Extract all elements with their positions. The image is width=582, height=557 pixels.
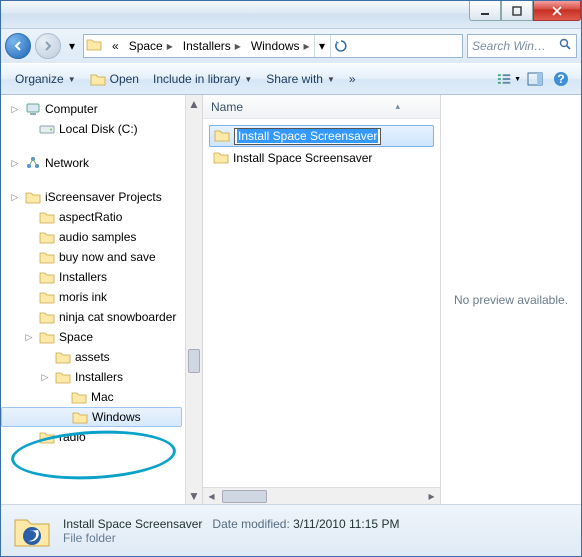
organize-button[interactable]: Organize▼ (9, 69, 82, 89)
tree-space[interactable]: ▷Space (1, 327, 202, 347)
column-header-name[interactable]: Name ▴ (203, 95, 440, 119)
folder-icon (71, 389, 87, 405)
view-options-button[interactable]: ▼ (497, 67, 521, 91)
tree-network[interactable]: ▷Network (1, 153, 202, 173)
breadcrumb-installers[interactable]: Installers▸ (177, 35, 245, 57)
folder-icon (39, 269, 55, 285)
scroll-up-icon[interactable]: ▲ (186, 95, 202, 112)
address-bar[interactable]: « Space▸ Installers▸ Windows▸ ▾ (83, 34, 463, 58)
file-row[interactable]: Install Space Screensaver (209, 147, 434, 169)
status-modified-label: Date modified: (212, 517, 289, 531)
search-input[interactable]: Search Win… (467, 34, 577, 58)
minimize-button[interactable] (469, 1, 501, 21)
item-icon (11, 510, 53, 552)
scroll-thumb[interactable] (222, 490, 267, 503)
breadcrumb-overflow[interactable]: « (106, 35, 123, 57)
folder-icon (39, 429, 55, 445)
share-with-button[interactable]: Share with▼ (260, 69, 341, 89)
preview-message: No preview available. (454, 293, 568, 307)
navigation-tree[interactable]: ▷Computer Local Disk (C:) ▷Network ▷iScr… (1, 95, 203, 504)
nav-history-dropdown[interactable]: ▾ (65, 39, 79, 53)
refresh-button[interactable] (330, 35, 352, 57)
folder-icon (214, 128, 230, 145)
tree-space-assets[interactable]: assets (1, 347, 202, 367)
forward-button[interactable] (35, 33, 61, 59)
tree-item[interactable]: aspectRatio (1, 207, 202, 227)
computer-icon (25, 101, 41, 117)
file-row-selected[interactable]: Install Space Screensaver (209, 125, 434, 147)
folder-icon (72, 409, 88, 425)
folder-icon (55, 349, 71, 365)
scroll-right-icon[interactable]: ▸ (423, 489, 440, 503)
tree-windows[interactable]: Windows (1, 407, 182, 427)
tree-item[interactable]: buy now and save (1, 247, 202, 267)
breadcrumb-space[interactable]: Space▸ (123, 35, 177, 57)
status-text: Install Space Screensaver Date modified:… (63, 517, 399, 545)
tree-vertical-scrollbar[interactable]: ▲ ▼ (185, 95, 202, 504)
content-area: ▷Computer Local Disk (C:) ▷Network ▷iScr… (1, 95, 581, 504)
address-dropdown[interactable]: ▾ (314, 35, 330, 57)
tree-mac[interactable]: Mac (1, 387, 202, 407)
toolbar-overflow[interactable]: » (343, 69, 362, 89)
tree-local-disk[interactable]: Local Disk (C:) (1, 119, 202, 139)
tree-item[interactable]: ninja cat snowboarder (1, 307, 202, 327)
search-icon (559, 38, 572, 54)
status-item-name: Install Space Screensaver (63, 517, 202, 531)
file-list[interactable]: Install Space Screensaver Install Space … (203, 119, 440, 487)
details-pane: Install Space Screensaver Date modified:… (1, 504, 581, 556)
rename-input[interactable]: Install Space Screensaver (234, 128, 381, 145)
navigation-bar: ▾ « Space▸ Installers▸ Windows▸ ▾ Search… (1, 29, 581, 63)
horizontal-scrollbar[interactable]: ◂ ▸ (203, 487, 440, 504)
open-folder-icon (90, 72, 106, 86)
toolbar: Organize▼ Open Include in library▼ Share… (1, 63, 581, 95)
help-button[interactable]: ? (549, 67, 573, 91)
folder-icon (39, 249, 55, 265)
preview-pane: No preview available. (441, 95, 581, 504)
explorer-window: ▾ « Space▸ Installers▸ Windows▸ ▾ Search… (0, 0, 582, 557)
tree-item[interactable]: radio (1, 427, 202, 447)
status-item-type: File folder (63, 531, 399, 545)
folder-icon (213, 150, 229, 167)
network-icon (25, 155, 41, 171)
folder-icon (39, 289, 55, 305)
file-list-pane: Name ▴ Install Space Screensaver Install… (203, 95, 441, 504)
scroll-left-icon[interactable]: ◂ (203, 489, 220, 503)
scroll-thumb[interactable] (188, 349, 200, 373)
folder-icon (86, 37, 104, 55)
drive-icon (39, 121, 55, 137)
tree-item[interactable]: audio samples (1, 227, 202, 247)
svg-text:?: ? (557, 72, 564, 86)
tree-projects[interactable]: ▷iScreensaver Projects (1, 187, 202, 207)
folder-icon (39, 209, 55, 225)
tree-computer[interactable]: ▷Computer (1, 99, 202, 119)
titlebar[interactable] (1, 1, 581, 29)
folder-icon (55, 369, 71, 385)
status-modified-value: 3/11/2010 11:15 PM (293, 517, 399, 531)
close-button[interactable] (533, 1, 581, 21)
open-button[interactable]: Open (84, 69, 145, 89)
tree-space-installers[interactable]: ▷Installers (1, 367, 202, 387)
maximize-button[interactable] (501, 1, 533, 21)
breadcrumb-windows[interactable]: Windows▸ (245, 35, 314, 57)
folder-icon (25, 189, 41, 205)
folder-icon (39, 229, 55, 245)
scroll-down-icon[interactable]: ▼ (186, 487, 202, 504)
preview-pane-button[interactable] (523, 67, 547, 91)
folder-icon (39, 329, 55, 345)
include-in-library-button[interactable]: Include in library▼ (147, 69, 258, 89)
tree-item[interactable]: moris ink (1, 287, 202, 307)
tree-item[interactable]: Installers (1, 267, 202, 287)
sort-indicator-icon: ▴ (395, 101, 400, 112)
folder-icon (39, 309, 55, 325)
back-button[interactable] (5, 33, 31, 59)
search-placeholder: Search Win… (472, 39, 546, 53)
